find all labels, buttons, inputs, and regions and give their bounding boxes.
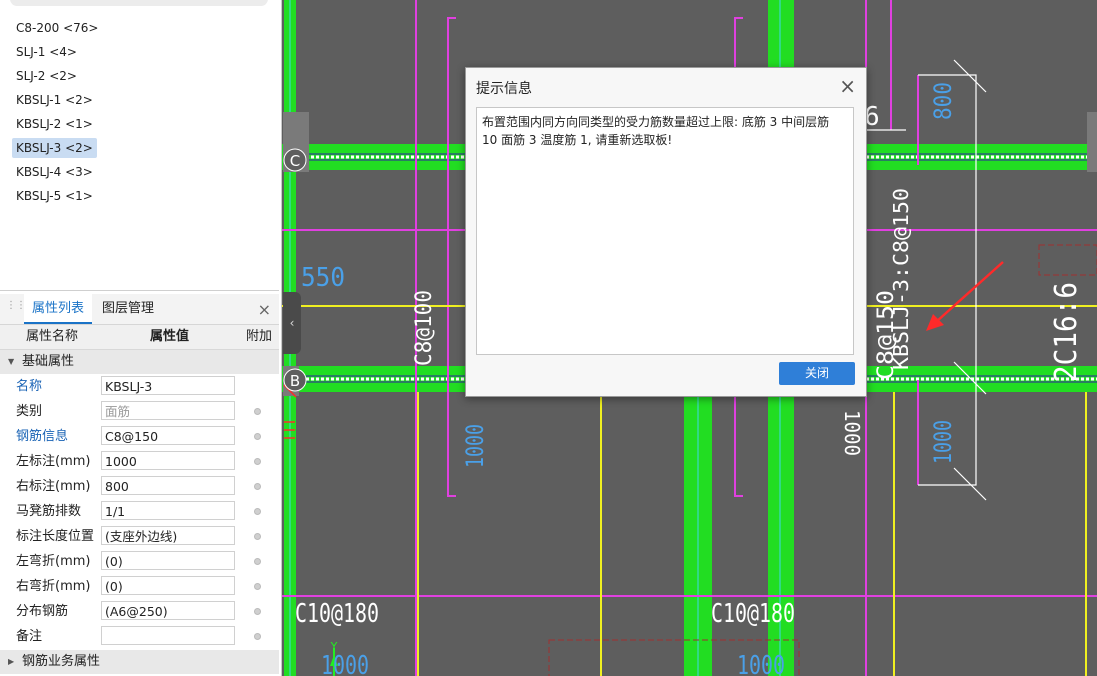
property-value-input[interactable]: 800 (101, 476, 235, 495)
tab-property-list[interactable]: 属性列表 (24, 294, 93, 324)
rebar-label-2c16-6: 2C16:6 (1049, 282, 1084, 382)
property-table-header: 属性名称 属性值 附加 (0, 325, 279, 350)
property-name: 名称 (16, 379, 43, 394)
property-row-chair-rows: 马凳筋排数 1/1 (0, 499, 279, 524)
attach-checkbox[interactable] (254, 583, 261, 590)
property-name: 左标注(mm) (16, 454, 91, 469)
dimension-800: 800 (929, 82, 957, 120)
attach-checkbox[interactable] (254, 458, 261, 465)
list-item-kbslj-4[interactable]: KBSLJ-4 <3> (12, 162, 97, 182)
dialog-message: 布置范围内同方向同类型的受力筋数量超过上限: 底筋 3 中间层筋 10 面筋 3… (476, 107, 854, 355)
close-button[interactable]: 关闭 (779, 362, 855, 385)
group-label: 基础属性 (22, 354, 75, 369)
property-row-distribution: 分布钢筋 (A6@250) (0, 599, 279, 624)
attach-checkbox[interactable] (254, 408, 261, 415)
list-item-kbslj-3[interactable]: KBSLJ-3 <2> (12, 138, 97, 158)
property-row-category: 类别 面筋 (0, 399, 279, 424)
group-business-properties[interactable]: ▶ 钢筋业务属性 (0, 650, 279, 674)
dimension-1000-a: 1000 (461, 424, 489, 468)
attach-checkbox[interactable] (254, 533, 261, 540)
property-value-input[interactable]: (0) (101, 576, 235, 595)
property-name: 右弯折(mm) (16, 579, 91, 594)
property-row-left-dim: 左标注(mm) 1000 (0, 449, 279, 474)
property-value-input[interactable]: 1000 (101, 451, 235, 470)
rebar-label-c10-180-right: C10@180 (711, 599, 795, 629)
attach-checkbox[interactable] (254, 633, 261, 640)
axis-marker-c: C (283, 148, 307, 172)
list-item-kbslj-5[interactable]: KBSLJ-5 <1> (12, 186, 97, 206)
dimension-550: 550 (301, 263, 345, 293)
list-item-slj-1[interactable]: SLJ-1 <4> (12, 42, 81, 62)
property-name: 左弯折(mm) (16, 554, 91, 569)
dimension-1000-d: 1000 (321, 651, 369, 676)
property-row-right-dim: 右标注(mm) 800 (0, 474, 279, 499)
close-icon[interactable]: × (258, 300, 271, 319)
property-name: 钢筋信息 (16, 429, 69, 444)
attach-checkbox[interactable] (254, 483, 261, 490)
properties-panel: ⋮⋮ 属性列表 图层管理 × 属性名称 属性值 附加 ▼ 基础属性 名称 KBS… (0, 294, 279, 676)
property-name: 马凳筋排数 (16, 504, 82, 519)
left-panel: C8-200 <76> SLJ-1 <4> SLJ-2 <2> KBSLJ-1 … (0, 0, 282, 676)
column-header-extra: 附加 (246, 329, 273, 344)
list-item-c8-200[interactable]: C8-200 <76> (12, 18, 102, 38)
chevron-left-icon: ‹ (289, 316, 295, 330)
property-value-input[interactable]: 1/1 (101, 501, 235, 520)
panel-collapse-handle[interactable]: ‹ (283, 292, 301, 354)
group-label: 钢筋业务属性 (22, 654, 101, 669)
property-name: 备注 (16, 629, 43, 644)
component-list: C8-200 <76> SLJ-1 <4> SLJ-2 <2> KBSLJ-1 … (0, 0, 279, 291)
info-dialog: 提示信息 × 布置范围内同方向同类型的受力筋数量超过上限: 底筋 3 中间层筋 … (465, 67, 867, 397)
property-name: 右标注(mm) (16, 479, 91, 494)
group-basic-properties[interactable]: ▼ 基础属性 (0, 350, 279, 374)
dialog-title: 提示信息 (476, 81, 532, 97)
property-value-input[interactable]: C8@150 (101, 426, 235, 445)
property-row-rebar-info: 钢筋信息 C8@150 (0, 424, 279, 449)
property-value-input[interactable]: (0) (101, 551, 235, 570)
column-header-value: 属性值 (150, 329, 190, 344)
property-value-input[interactable]: (支座外边线) (101, 526, 235, 545)
drag-grip-icon[interactable]: ⋮⋮ (6, 301, 26, 316)
dimension-1000-b: 1000 (929, 420, 957, 464)
property-name: 标注长度位置 (16, 529, 95, 544)
attach-checkbox[interactable] (254, 433, 261, 440)
attach-checkbox[interactable] (254, 508, 261, 515)
attach-checkbox[interactable] (254, 608, 261, 615)
tab-layer-management[interactable]: 图层管理 (94, 294, 162, 324)
list-search-bar[interactable] (10, 0, 268, 6)
svg-text:C: C (290, 152, 300, 170)
property-value-input[interactable]: KBSLJ-3 (101, 376, 235, 395)
property-row-remark: 备注 (0, 624, 279, 649)
list-item-kbslj-1[interactable]: KBSLJ-1 <2> (12, 90, 97, 110)
property-value-input[interactable] (101, 626, 235, 645)
property-row-left-bend: 左弯折(mm) (0) (0, 549, 279, 574)
property-value-input[interactable]: (A6@250) (101, 601, 235, 620)
expand-triangle-icon: ▶ (8, 657, 15, 666)
property-value-input[interactable]: 面筋 (101, 401, 235, 420)
rebar-label-c8-100: C8@100 (412, 290, 437, 366)
axis-marker-b: B (283, 368, 307, 392)
rebar-label-kbslj-3: KBSLJ-3:C8@150 (889, 188, 913, 370)
column-header-name: 属性名称 (26, 329, 79, 344)
svg-text:B: B (290, 372, 300, 390)
property-row-right-bend: 右弯折(mm) (0) (0, 574, 279, 599)
property-row-dim-position: 标注长度位置 (支座外边线) (0, 524, 279, 549)
dimension-1000-e: 1000 (737, 651, 785, 676)
property-row-name: 名称 KBSLJ-3 (0, 374, 279, 399)
attach-checkbox[interactable] (254, 558, 261, 565)
properties-tabbar: ⋮⋮ 属性列表 图层管理 × (0, 294, 279, 325)
property-name: 分布钢筋 (16, 604, 69, 619)
rebar-label-c10-180-left: C10@180 (295, 599, 379, 629)
dimension-1000-c: 1000 (840, 410, 864, 456)
list-item-kbslj-2[interactable]: KBSLJ-2 <1> (12, 114, 97, 134)
list-item-slj-2[interactable]: SLJ-2 <2> (12, 66, 81, 86)
collapse-triangle-icon: ▼ (8, 357, 15, 366)
close-icon[interactable]: × (839, 74, 856, 98)
property-name: 类别 (16, 404, 43, 419)
